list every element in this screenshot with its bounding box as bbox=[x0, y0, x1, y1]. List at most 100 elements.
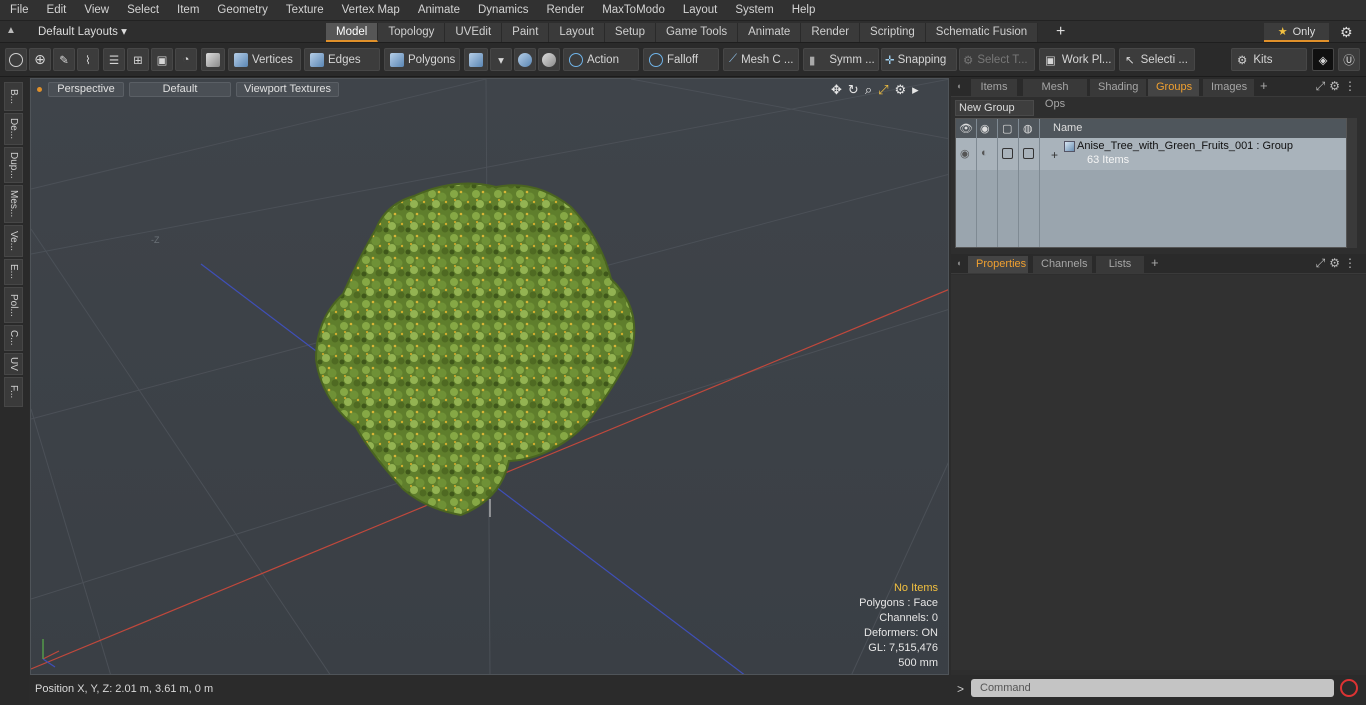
selection-sets-button[interactable]: ↖ Selecti ... bbox=[1119, 48, 1195, 71]
polygons-button[interactable]: Polygons bbox=[384, 48, 460, 71]
falloff-button[interactable]: Falloff bbox=[643, 48, 719, 71]
command-input[interactable]: Command bbox=[971, 679, 1334, 697]
add-tab-icon[interactable]: + bbox=[1056, 21, 1065, 43]
add-properties-tab-icon[interactable]: + bbox=[1151, 255, 1159, 270]
only-toggle[interactable]: ★ Only bbox=[1264, 23, 1329, 42]
tab-groups[interactable]: Groups bbox=[1148, 79, 1199, 96]
menu-render[interactable]: Render bbox=[536, 0, 592, 21]
tab-channels[interactable]: Channels bbox=[1033, 256, 1092, 273]
row-render-icon[interactable]: ◐ bbox=[981, 147, 988, 159]
visibility-eye-icon[interactable]: 👁 bbox=[959, 122, 973, 135]
item-mode-button[interactable] bbox=[201, 48, 225, 71]
layout-menu-icon[interactable]: ▲ bbox=[6, 25, 20, 39]
layout-selector[interactable]: Default Layouts ▾ bbox=[38, 21, 127, 43]
menu-dynamics[interactable]: Dynamics bbox=[468, 0, 536, 21]
menu-maxtomodo[interactable]: MaxToModo bbox=[592, 0, 673, 21]
tab-properties[interactable]: Properties bbox=[968, 256, 1028, 273]
group-row[interactable]: ◉ ◐ + Anise_Tree_with_Green_Fruits_001 :… bbox=[956, 138, 1346, 170]
select-circle-button[interactable] bbox=[5, 48, 27, 71]
brush-button[interactable]: ⌇ bbox=[77, 48, 99, 71]
panel-gear-icon[interactable]: ⚙ bbox=[1329, 79, 1344, 93]
row-eye-icon[interactable]: ◉ bbox=[960, 147, 970, 160]
symmetry-button[interactable]: ▮ Symm ... bbox=[803, 48, 879, 71]
left-tab-vertex[interactable]: Ve... bbox=[4, 225, 23, 257]
tab-render[interactable]: Render bbox=[801, 23, 861, 42]
left-tab-edge[interactable]: E... bbox=[4, 259, 23, 285]
unreal-button[interactable]: Ⓤ bbox=[1338, 48, 1360, 71]
panel-menu-dot-icon[interactable]: ◖ bbox=[956, 81, 961, 91]
left-tab-curve[interactable]: C... bbox=[4, 325, 23, 351]
properties-gear-icon[interactable]: ⚙ bbox=[1329, 256, 1344, 270]
menu-texture[interactable]: Texture bbox=[276, 0, 332, 21]
symmetry-shield-button[interactable] bbox=[514, 48, 536, 71]
left-tab-deform[interactable]: De... bbox=[4, 113, 23, 145]
properties-expand-icon[interactable]: ⤢ bbox=[1316, 256, 1330, 270]
mesh-constraints-button[interactable]: ⟋ Mesh C ... bbox=[723, 48, 799, 71]
properties-more-icon[interactable]: ⋮ bbox=[1344, 256, 1360, 270]
globe-button[interactable]: ⊕ bbox=[29, 48, 51, 71]
action-center-button[interactable]: Action bbox=[563, 48, 639, 71]
vertices-button[interactable]: Vertices bbox=[228, 48, 301, 71]
row-lock-checkbox[interactable] bbox=[1002, 148, 1013, 159]
select-through-button[interactable]: ⚙ Select T... bbox=[959, 48, 1035, 71]
viewport-expand-arrow-icon[interactable]: ▸ bbox=[912, 82, 919, 98]
menu-layout[interactable]: Layout bbox=[673, 0, 726, 21]
center-button[interactable]: ⊞ bbox=[127, 48, 149, 71]
tab-topology[interactable]: Topology bbox=[378, 23, 446, 42]
menu-geometry[interactable]: Geometry bbox=[207, 0, 276, 21]
snapping-button[interactable]: ✛ Snapping bbox=[881, 48, 957, 71]
left-tab-duplicate[interactable]: Dup... bbox=[4, 147, 23, 183]
tab-scripting[interactable]: Scripting bbox=[860, 23, 926, 42]
rotate-icon[interactable]: ↻ bbox=[848, 82, 859, 98]
expand-icon[interactable]: ⤢ bbox=[1316, 79, 1330, 93]
shading-mode-button[interactable]: Default bbox=[129, 82, 231, 97]
kits-button[interactable]: ⚙ Kits bbox=[1231, 48, 1307, 71]
left-tab-mesh-edit[interactable]: Mes... bbox=[4, 185, 23, 223]
tab-shading[interactable]: Shading bbox=[1090, 79, 1146, 96]
tab-images[interactable]: Images bbox=[1203, 79, 1254, 96]
frame-button[interactable]: ▣ bbox=[151, 48, 173, 71]
record-macro-icon[interactable] bbox=[1340, 679, 1358, 697]
work-plane-button[interactable]: ▣ Work Pl... bbox=[1039, 48, 1115, 71]
lock-icon[interactable]: ▢ bbox=[1002, 122, 1016, 135]
tab-paint[interactable]: Paint bbox=[502, 23, 550, 42]
menu-animate[interactable]: Animate bbox=[408, 0, 468, 21]
panel-more-icon[interactable]: ⋮ bbox=[1344, 79, 1360, 93]
left-tab-fusion[interactable]: F... bbox=[4, 377, 23, 407]
pan-icon[interactable]: ✥ bbox=[831, 82, 842, 98]
menu-help[interactable]: Help bbox=[782, 0, 824, 21]
render-icon[interactable]: ◉ bbox=[980, 122, 994, 135]
expand-plus-icon[interactable]: + bbox=[1051, 148, 1058, 162]
zoom-icon[interactable]: ⌕ bbox=[865, 82, 872, 98]
menu-file[interactable]: File bbox=[0, 0, 37, 21]
tab-uvedit[interactable]: UVEdit bbox=[445, 23, 503, 42]
tab-schematic-fusion[interactable]: Schematic Fusion bbox=[925, 23, 1039, 42]
select-icon[interactable]: ◍ bbox=[1023, 122, 1037, 135]
edges-button[interactable]: Edges bbox=[304, 48, 380, 71]
add-panel-tab-icon[interactable]: + bbox=[1260, 78, 1268, 93]
tab-setup[interactable]: Setup bbox=[604, 23, 656, 42]
viewport-textures-button[interactable]: Viewport Textures bbox=[236, 82, 339, 97]
3d-viewport[interactable]: -Z Perspective Default Viewport Textures… bbox=[30, 78, 949, 675]
menu-edit[interactable]: Edit bbox=[37, 0, 75, 21]
tab-layout[interactable]: Layout bbox=[549, 23, 605, 42]
viewport-menu-dot-icon[interactable] bbox=[37, 87, 42, 92]
row-select-checkbox[interactable] bbox=[1023, 148, 1034, 159]
unity-button[interactable]: ◈ bbox=[1312, 48, 1334, 71]
material-button[interactable] bbox=[464, 48, 488, 71]
pie-button[interactable]: ◔ bbox=[175, 48, 197, 71]
tab-animate[interactable]: Animate bbox=[738, 23, 802, 42]
tab-items[interactable]: Items bbox=[971, 79, 1017, 96]
properties-menu-dot-icon[interactable]: ◖ bbox=[956, 258, 961, 268]
align-button[interactable]: ☰ bbox=[103, 48, 125, 71]
maximize-icon[interactable]: ⤢ bbox=[878, 82, 888, 98]
new-group-button[interactable]: New Group bbox=[955, 100, 1034, 116]
left-tab-polygon[interactable]: Pol... bbox=[4, 287, 23, 323]
left-tab-basic[interactable]: B... bbox=[4, 82, 23, 111]
viewport-settings-icon[interactable]: ⚙ bbox=[895, 82, 907, 98]
menu-vertex-map[interactable]: Vertex Map bbox=[332, 0, 408, 21]
tab-model[interactable]: Model bbox=[326, 23, 379, 42]
menu-item[interactable]: Item bbox=[167, 0, 207, 21]
view-mode-button[interactable]: Perspective bbox=[48, 82, 124, 97]
settings-gear-icon[interactable]: ⚙ bbox=[1340, 24, 1353, 41]
